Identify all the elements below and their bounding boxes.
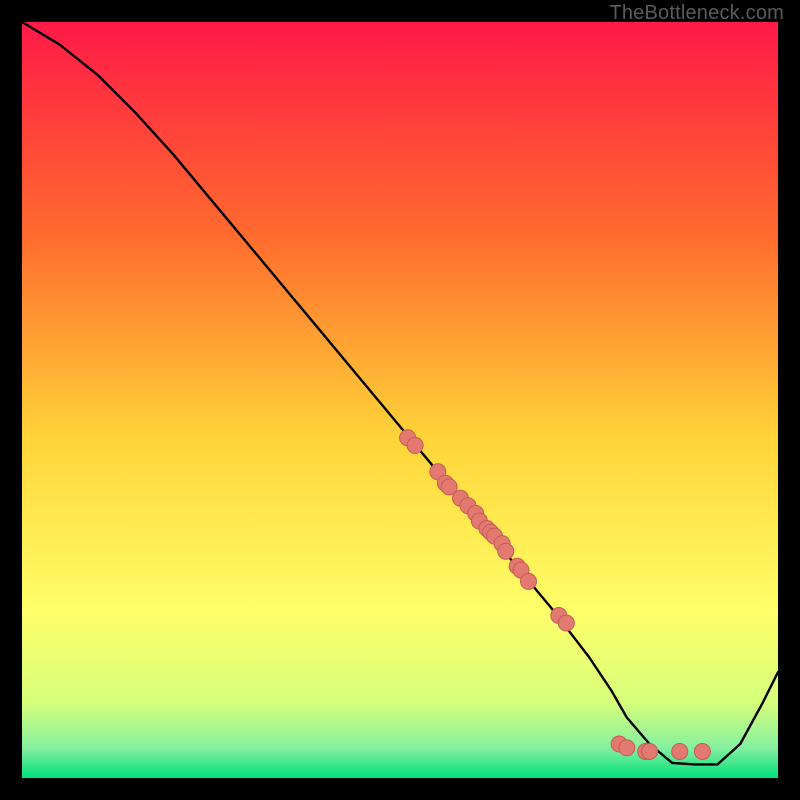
data-point (558, 615, 574, 631)
plot-svg (22, 22, 778, 778)
gradient-background (22, 22, 778, 778)
data-point (694, 744, 710, 760)
data-point (407, 437, 423, 453)
data-point (498, 543, 514, 559)
data-point (619, 740, 635, 756)
data-point (642, 744, 658, 760)
data-point (521, 573, 537, 589)
bottleneck-plot (22, 22, 778, 778)
chart-stage: TheBottleneck.com (0, 0, 800, 800)
data-point (672, 744, 688, 760)
